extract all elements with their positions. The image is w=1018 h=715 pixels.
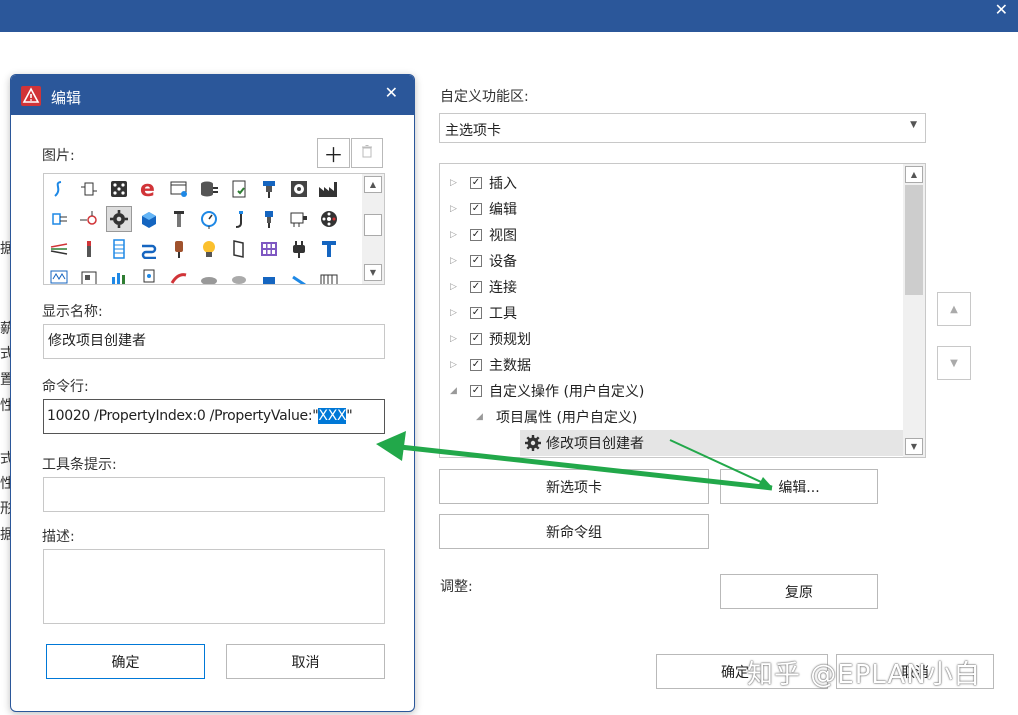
annotation-arrows	[376, 431, 773, 491]
annotation-arrowhead	[376, 431, 406, 461]
annotation-line	[399, 444, 773, 491]
